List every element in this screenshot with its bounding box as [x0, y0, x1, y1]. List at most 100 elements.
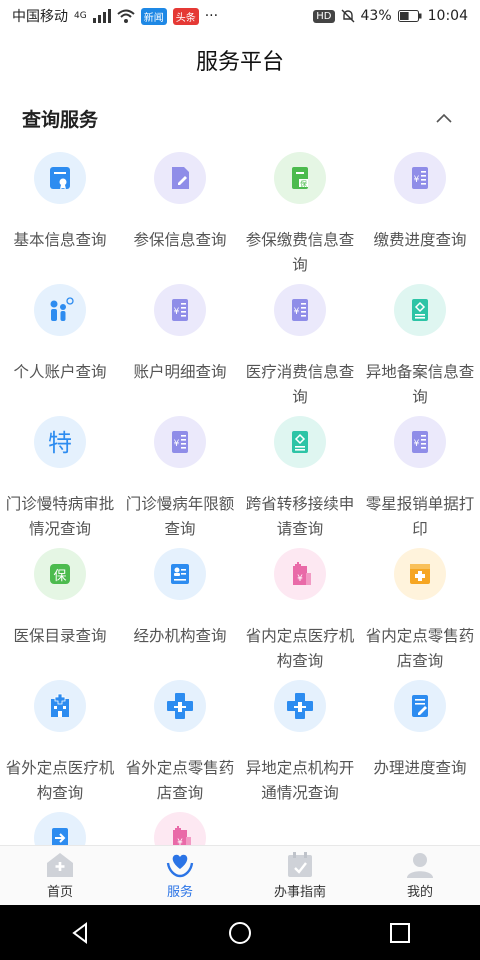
tile-label: 零星报销单据打印 — [365, 495, 475, 538]
tile-label: 医保目录查询 — [13, 627, 107, 645]
svg-text:特: 特 — [48, 429, 72, 457]
tile-insurance-info[interactable]: 参保信息查询 — [120, 150, 240, 282]
status-bar: 中国移动 4G 新闻 头条 ··· HD 43% 10:04 — [0, 0, 480, 32]
tile-basic-info[interactable]: 基本信息查询 — [0, 150, 120, 282]
tile-label: 参保缴费信息查询 — [245, 231, 355, 274]
tile-outprovince-hospital[interactable]: 省外定点医疗机构查询 — [0, 678, 120, 810]
tile-offsite-record[interactable]: 异地备案信息查询 — [360, 282, 480, 414]
tile-login-service[interactable] — [0, 810, 120, 845]
medical-list-icon: ¥ — [274, 284, 326, 336]
news-app-badge: 新闻 — [140, 7, 167, 25]
record-card-icon — [394, 284, 446, 336]
hd-badge: HD — [313, 9, 335, 23]
tile-label: 门诊慢病年限额查询 — [125, 495, 235, 538]
service-grid: 基本信息查询 参保信息查询 保 参保缴费信息查询 ¥ 缴费进度查询 个人账户查询… — [0, 150, 480, 845]
tile-provincial-hospital[interactable]: ¥ 省内定点医疗机构查询 — [240, 546, 360, 678]
tile-label: 办理进度查询 — [373, 759, 467, 777]
back-button[interactable] — [60, 913, 100, 953]
svg-text:¥: ¥ — [174, 307, 180, 317]
insurance-doc-icon — [154, 152, 206, 204]
tile-chronic-limit[interactable]: ¥ 门诊慢病年限额查询 — [120, 414, 240, 546]
tile-account-detail[interactable]: ¥ 账户明细查询 — [120, 282, 240, 414]
tile-label: 基本信息查询 — [13, 231, 107, 249]
medical-cross-icon — [154, 680, 206, 732]
recents-square-icon — [390, 922, 410, 943]
tile-insurance-catalog[interactable]: 保 医保目录查询 — [0, 546, 120, 678]
section-title: 查询服务 — [22, 108, 99, 131]
section-header: 查询服务 — [0, 98, 480, 138]
nav-profile[interactable]: 我的 — [360, 846, 480, 905]
login-icon — [34, 812, 86, 845]
home-system-button[interactable] — [220, 913, 260, 953]
catalog-icon: 保 — [34, 548, 86, 600]
tile-label: 跨省转移接续申请查询 — [245, 495, 355, 538]
more-notifications: ··· — [204, 8, 219, 24]
tile-label: 异地备案信息查询 — [365, 363, 475, 406]
tile-special-disease-approval[interactable]: 特 门诊慢特病审批情况查询 — [0, 414, 120, 546]
signal-icon — [92, 9, 111, 23]
back-triangle-icon — [72, 921, 87, 944]
tile-label: 省外定点零售药店查询 — [125, 759, 235, 802]
svg-text:¥: ¥ — [294, 307, 300, 317]
clock: 10:04 — [427, 8, 468, 24]
svg-text:¥: ¥ — [297, 574, 303, 584]
tile-reimbursement-print[interactable]: ¥ 零星报销单据打印 — [360, 414, 480, 546]
tile-provincial-pharmacy[interactable]: 省内定点零售药店查询 — [360, 546, 480, 678]
svg-text:保: 保 — [300, 179, 307, 188]
profile-icon — [407, 853, 433, 878]
tile-medical-consumption[interactable]: ¥ 医疗消费信息查询 — [240, 282, 360, 414]
tile-personal-account[interactable]: 个人账户查询 — [0, 282, 120, 414]
carrier-name: 中国移动 — [12, 9, 68, 25]
tile-outprovince-pharmacy[interactable]: 省外定点零售药店查询 — [120, 678, 240, 810]
tile-label: 省外定点医疗机构查询 — [5, 759, 115, 802]
guide-calendar-icon — [288, 852, 312, 877]
home-circle-icon — [229, 921, 251, 944]
tile-label: 异地定点机构开通情况查询 — [245, 759, 355, 802]
nav-guide[interactable]: 办事指南 — [240, 846, 360, 905]
hospital-blue-icon — [34, 680, 86, 732]
special-text-icon: 特 — [34, 416, 86, 468]
toutiao-app-badge: 头条 — [172, 7, 199, 25]
battery-icon — [397, 10, 422, 22]
tile-hospital-service[interactable]: ¥ — [120, 810, 240, 845]
medical-cross-icon — [274, 680, 326, 732]
tile-payment-progress[interactable]: ¥ 缴费进度查询 — [360, 150, 480, 282]
service-heart-icon — [166, 854, 194, 878]
tile-label: 账户明细查询 — [133, 363, 227, 381]
transfer-card-icon — [274, 416, 326, 468]
tile-agency[interactable]: 经办机构查询 — [120, 546, 240, 678]
tile-label: 经办机构查询 — [133, 627, 227, 645]
tile-label: 参保信息查询 — [133, 231, 227, 249]
agency-card-icon — [154, 548, 206, 600]
recents-button[interactable] — [380, 913, 420, 953]
account-detail-icon: ¥ — [154, 284, 206, 336]
system-nav-bar — [0, 905, 480, 960]
nav-service-label: 服务 — [166, 885, 193, 900]
battery-percent: 43% — [360, 8, 392, 24]
limit-list-icon: ¥ — [154, 416, 206, 468]
svg-text:¥: ¥ — [177, 838, 183, 845]
mute-bell-icon — [341, 9, 355, 23]
progress-doc-icon — [394, 680, 446, 732]
nav-profile-label: 我的 — [406, 885, 433, 900]
svg-text:¥: ¥ — [414, 175, 420, 185]
hospital-pink-icon: ¥ — [154, 812, 206, 845]
svg-text:¥: ¥ — [414, 439, 420, 449]
app-bar: 服务平台 — [0, 32, 480, 88]
nav-home[interactable]: 首页 — [0, 846, 120, 905]
hospital-pink-icon: ¥ — [274, 548, 326, 600]
payment-list-icon: ¥ — [394, 152, 446, 204]
tile-label: 门诊慢特病审批情况查询 — [5, 495, 115, 538]
tile-insurance-payment[interactable]: 保 参保缴费信息查询 — [240, 150, 360, 282]
tile-label: 个人账户查询 — [13, 363, 107, 381]
tile-label: 省内定点医疗机构查询 — [245, 627, 355, 670]
tile-handling-progress[interactable]: 办理进度查询 — [360, 678, 480, 810]
basic-info-icon — [34, 152, 86, 204]
tile-interprovincial-transfer[interactable]: 跨省转移接续申请查询 — [240, 414, 360, 546]
bottom-nav: 首页 服务 办事指南 我的 — [0, 845, 480, 905]
collapse-button[interactable] — [430, 104, 458, 132]
tile-offsite-institution[interactable]: 异地定点机构开通情况查询 — [240, 678, 360, 810]
svg-text:保: 保 — [53, 569, 66, 584]
nav-service[interactable]: 服务 — [120, 846, 240, 905]
page-title: 服务平台 — [195, 50, 284, 75]
